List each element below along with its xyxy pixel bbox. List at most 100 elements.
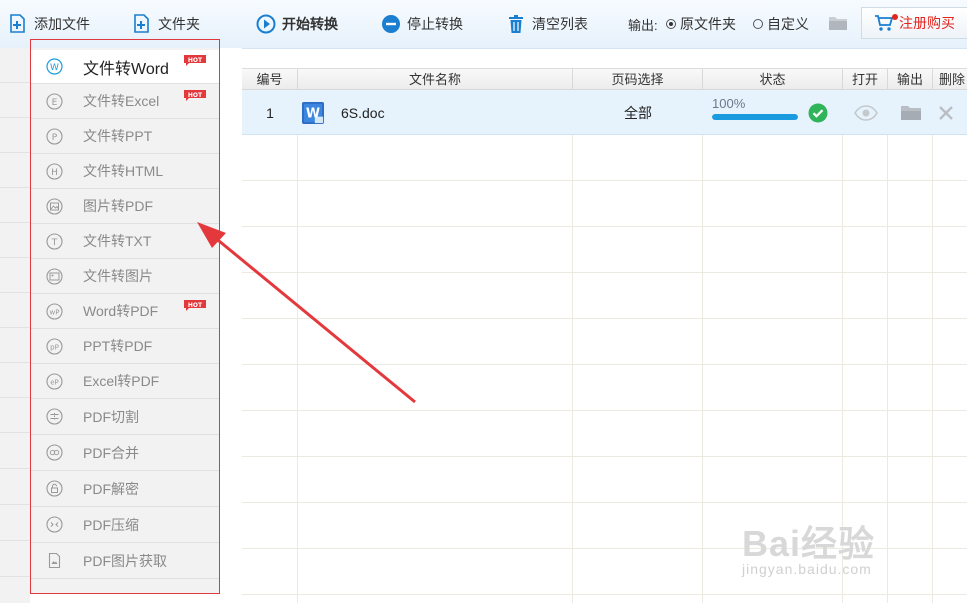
clear-list-label: 清空列表 bbox=[532, 16, 588, 32]
merge-icon bbox=[46, 444, 63, 461]
sidebar-item-word-to-pdf[interactable]: wP Word转PDF HOT bbox=[31, 294, 219, 329]
output-custom-label: 自定义 bbox=[767, 16, 809, 32]
sidebar-item-to-image[interactable]: 文件转图片 bbox=[31, 259, 219, 294]
output-label: 输出: bbox=[628, 18, 658, 33]
sidebar-item-image-to-pdf[interactable]: 图片转PDF bbox=[31, 189, 219, 224]
sidebar-item-label: 文件转TXT bbox=[83, 233, 152, 249]
svg-text:H: H bbox=[51, 167, 58, 177]
table-row[interactable]: 1 W 6S.doc 全部 100% bbox=[242, 90, 967, 135]
column-header-delete[interactable]: 删除 bbox=[933, 69, 967, 91]
open-file-eye-icon[interactable] bbox=[843, 90, 888, 135]
sidebar-item-ppt-to-pdf[interactable]: pP PPT转PDF bbox=[31, 329, 219, 364]
sidebar-item-label: PPT转PDF bbox=[83, 338, 153, 354]
output-original-radio[interactable]: 原文件夹 bbox=[666, 14, 736, 34]
stop-convert-button[interactable]: 停止转换 bbox=[381, 10, 463, 38]
sidebar-item-pdf-decrypt[interactable]: PDF解密 bbox=[31, 471, 219, 507]
output-custom-radio[interactable]: 自定义 bbox=[753, 14, 809, 34]
sidebar-item-excel-to-pdf[interactable]: eP Excel转PDF bbox=[31, 364, 219, 399]
sidebar-item-label: PDF解密 bbox=[83, 480, 139, 497]
sidebar-item-label: PDF切割 bbox=[83, 408, 139, 425]
browse-folder-icon[interactable] bbox=[828, 15, 848, 31]
column-header-filename[interactable]: 文件名称 bbox=[298, 69, 573, 91]
svg-text:HOT: HOT bbox=[188, 92, 203, 99]
gap-column bbox=[220, 48, 242, 603]
add-file-button[interactable]: 添加文件 bbox=[8, 10, 90, 38]
add-file-label: 添加文件 bbox=[34, 16, 90, 32]
delete-x-icon[interactable] bbox=[938, 90, 967, 135]
sidebar-item-pdf-split[interactable]: PDF切割 bbox=[31, 399, 219, 435]
sidebar-item-to-ppt[interactable]: P 文件转PPT bbox=[31, 119, 219, 154]
cut-icon bbox=[46, 408, 63, 425]
add-folder-button[interactable]: 文件夹 bbox=[132, 10, 200, 38]
progress-text: 100% bbox=[712, 96, 746, 111]
word-file-icon: W bbox=[302, 90, 324, 135]
word-letter-icon: W bbox=[46, 58, 63, 75]
clear-list-button[interactable]: 清空列表 bbox=[506, 10, 588, 38]
sidebar-item-label: Excel转PDF bbox=[83, 373, 160, 389]
txt-letter-icon: T bbox=[46, 232, 63, 250]
svg-text:wP: wP bbox=[50, 308, 60, 316]
sidebar-item-label: PDF图片获取 bbox=[83, 552, 167, 569]
svg-text:HOT: HOT bbox=[188, 302, 203, 309]
sidebar-item-label: 文件转Word bbox=[83, 60, 169, 78]
progress-fill bbox=[712, 114, 798, 120]
file-table: 编号 文件名称 页码选择 状态 打开 输出 删除 1 W 6S.doc 全部 1… bbox=[242, 68, 967, 603]
radio-unselected-indicator bbox=[753, 19, 763, 29]
column-header-pages[interactable]: 页码选择 bbox=[573, 69, 703, 91]
word-pdf-icon: wP bbox=[46, 302, 63, 320]
image-icon bbox=[46, 197, 63, 215]
sidebar-item-to-word[interactable]: W 文件转Word HOT bbox=[31, 50, 219, 84]
add-file-icon bbox=[8, 14, 28, 34]
notification-dot bbox=[892, 14, 898, 20]
register-buy-label: 注册购买 bbox=[899, 15, 955, 31]
function-sidebar: W 文件转Word HOT E 文件转Excel HOT P 文件转PPT H … bbox=[31, 48, 219, 594]
svg-text:W: W bbox=[50, 63, 59, 73]
column-header-open[interactable]: 打开 bbox=[843, 69, 888, 91]
table-header: 编号 文件名称 页码选择 状态 打开 输出 删除 bbox=[242, 68, 967, 91]
toolbar: 添加文件 文件夹 开始转换 停止转换 清空列表 输出: 原文件夹 自定义 注册购… bbox=[0, 0, 967, 49]
sidebar-item-to-html[interactable]: H 文件转HTML bbox=[31, 154, 219, 189]
row-index: 1 bbox=[266, 104, 274, 121]
add-folder-icon bbox=[132, 14, 152, 34]
start-convert-label: 开始转换 bbox=[282, 16, 338, 32]
row-filename: 6S.doc bbox=[341, 104, 385, 121]
output-folder-icon[interactable] bbox=[888, 90, 933, 135]
conversion-progress: 100% bbox=[712, 96, 802, 120]
row-page-selection[interactable]: 全部 bbox=[573, 90, 703, 135]
sidebar-item-label: Word转PDF bbox=[83, 303, 159, 319]
cart-icon bbox=[874, 14, 894, 32]
excel-letter-icon: E bbox=[46, 92, 63, 110]
hot-badge: HOT bbox=[184, 53, 206, 66]
sidebar-item-label: PDF压缩 bbox=[83, 516, 139, 533]
pdf-image-icon bbox=[46, 552, 63, 569]
ppt-letter-icon: P bbox=[46, 127, 63, 145]
svg-text:HOT: HOT bbox=[188, 57, 203, 64]
sidebar-item-to-txt[interactable]: T 文件转TXT bbox=[31, 224, 219, 259]
ppt-pdf-icon: pP bbox=[46, 337, 63, 355]
hot-badge: HOT bbox=[184, 298, 206, 311]
html-letter-icon: H bbox=[46, 162, 63, 180]
sidebar-item-to-excel[interactable]: E 文件转Excel HOT bbox=[31, 84, 219, 119]
sidebar-item-label: 文件转Excel bbox=[83, 93, 160, 109]
compress-icon bbox=[46, 516, 63, 533]
picture-icon bbox=[46, 267, 63, 285]
sidebar-item-label: PDF合并 bbox=[83, 444, 139, 461]
stop-convert-label: 停止转换 bbox=[407, 16, 463, 32]
svg-text:T: T bbox=[51, 237, 58, 247]
unlock-icon bbox=[46, 480, 63, 497]
output-original-label: 原文件夹 bbox=[680, 16, 736, 32]
sidebar-item-pdf-compress[interactable]: PDF压缩 bbox=[31, 507, 219, 543]
start-convert-button[interactable]: 开始转换 bbox=[256, 10, 338, 38]
sidebar-item-label: 图片转PDF bbox=[83, 198, 153, 214]
register-buy-button[interactable]: 注册购买 bbox=[861, 7, 967, 39]
svg-text:pP: pP bbox=[50, 343, 59, 351]
stop-icon bbox=[381, 14, 401, 34]
progress-bar bbox=[712, 114, 798, 120]
svg-text:eP: eP bbox=[50, 378, 59, 386]
sidebar-item-pdf-merge[interactable]: PDF合并 bbox=[31, 435, 219, 471]
column-header-output[interactable]: 输出 bbox=[888, 69, 933, 91]
column-header-status[interactable]: 状态 bbox=[703, 69, 843, 91]
column-header-index[interactable]: 编号 bbox=[242, 69, 298, 91]
sidebar-item-pdf-image-extract[interactable]: PDF图片获取 bbox=[31, 543, 219, 579]
success-check-icon bbox=[806, 90, 830, 135]
